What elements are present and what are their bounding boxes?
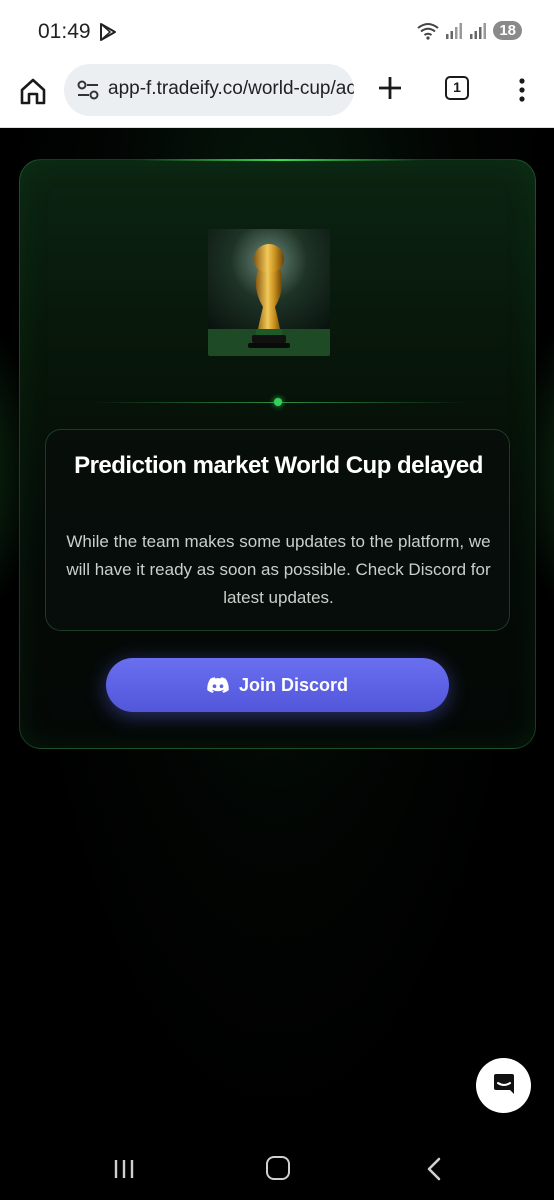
signal-icon xyxy=(446,22,463,39)
message-box: Prediction market World Cup delayed Whil… xyxy=(45,429,510,631)
tabs-icon[interactable]: 1 xyxy=(445,76,469,100)
play-store-icon xyxy=(100,23,116,41)
status-bar: 01:49 18 xyxy=(0,0,554,64)
back-icon[interactable] xyxy=(424,1157,444,1181)
browser-toolbar: app-f.tradeify.co/world-cup/ac 1 xyxy=(0,64,554,128)
trophy-image xyxy=(208,229,330,356)
nav-home-icon[interactable] xyxy=(266,1156,290,1180)
world-cup-card: Prediction market World Cup delayed Whil… xyxy=(19,159,536,749)
discord-icon xyxy=(207,676,229,693)
chat-widget-button[interactable] xyxy=(476,1058,531,1113)
card-glow-line xyxy=(140,159,420,161)
status-indicators: 18 xyxy=(417,21,522,40)
wifi-icon xyxy=(417,22,439,40)
plus-icon[interactable] xyxy=(377,75,403,101)
tune-icon[interactable] xyxy=(76,79,100,101)
page-content: Prediction market World Cup delayed Whil… xyxy=(0,128,554,1140)
join-discord-label: Join Discord xyxy=(238,674,349,695)
chat-icon xyxy=(493,1073,514,1094)
page-title: Prediction market World Cup delayed xyxy=(74,452,483,479)
url-bar[interactable]: app-f.tradeify.co/world-cup/ac xyxy=(64,64,354,116)
system-nav-bar xyxy=(0,1140,554,1200)
join-discord-button[interactable]: Join Discord xyxy=(106,658,449,712)
description: While the team makes some updates to the… xyxy=(66,532,491,607)
status-time: 01:49 xyxy=(38,20,91,43)
signal-icon xyxy=(470,22,487,39)
more-vert-icon[interactable] xyxy=(510,76,534,104)
carousel-dot[interactable] xyxy=(274,398,282,406)
url-text: app-f.tradeify.co/world-cup/ac xyxy=(108,78,354,99)
recents-icon[interactable] xyxy=(112,1158,136,1180)
battery-badge: 18 xyxy=(493,21,522,40)
home-icon[interactable] xyxy=(18,76,48,106)
